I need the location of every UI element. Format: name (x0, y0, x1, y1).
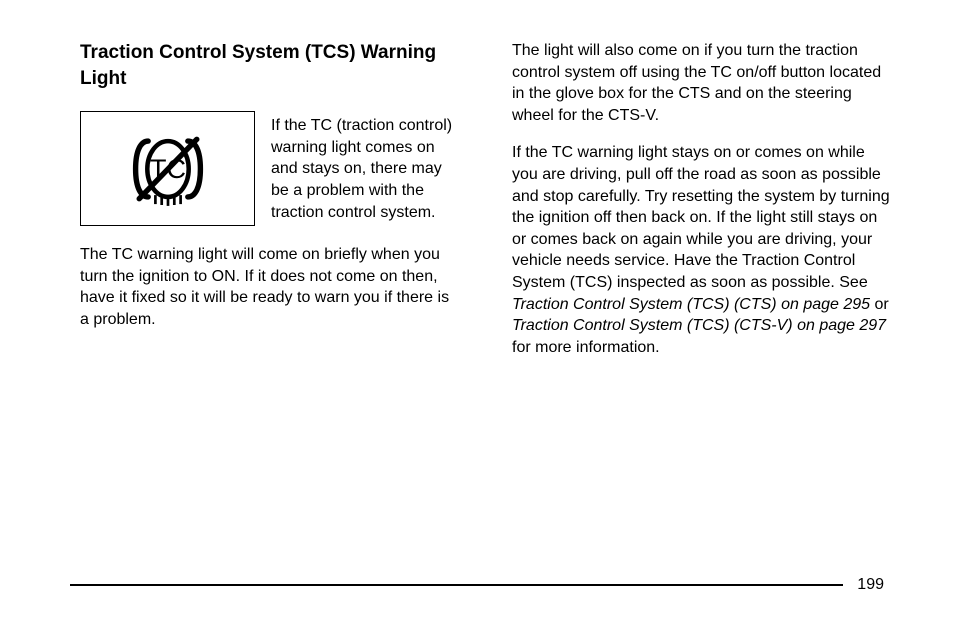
traction-control-icon: TC (123, 130, 213, 208)
right-paragraph-1: The light will also come on if you turn … (512, 40, 894, 126)
page-columns: Traction Control System (TCS) Warning Li… (80, 40, 894, 374)
right-para2-or: or (870, 296, 889, 313)
right-para2-end: for more information. (512, 339, 660, 356)
left-column: Traction Control System (TCS) Warning Li… (80, 40, 462, 374)
left-paragraph-1: The TC warning light will come on briefl… (80, 244, 462, 330)
warning-icon-box: TC (80, 111, 255, 226)
right-paragraph-2: If the TC warning light stays on or come… (512, 142, 894, 358)
cross-reference-1: Traction Control System (TCS) (CTS) on p… (512, 296, 870, 313)
icon-row: TC If the TC (traction control) warning … (80, 111, 462, 226)
icon-caption: If the TC (traction control) warning lig… (271, 111, 462, 226)
footer-divider (70, 584, 843, 586)
cross-reference-2: Traction Control System (TCS) (CTS-V) on… (512, 317, 886, 334)
section-heading: Traction Control System (TCS) Warning Li… (80, 40, 462, 91)
right-column: The light will also come on if you turn … (512, 40, 894, 374)
page-footer: 199 (70, 576, 884, 594)
page-number: 199 (857, 576, 884, 594)
right-para2-text: If the TC warning light stays on or come… (512, 144, 890, 291)
